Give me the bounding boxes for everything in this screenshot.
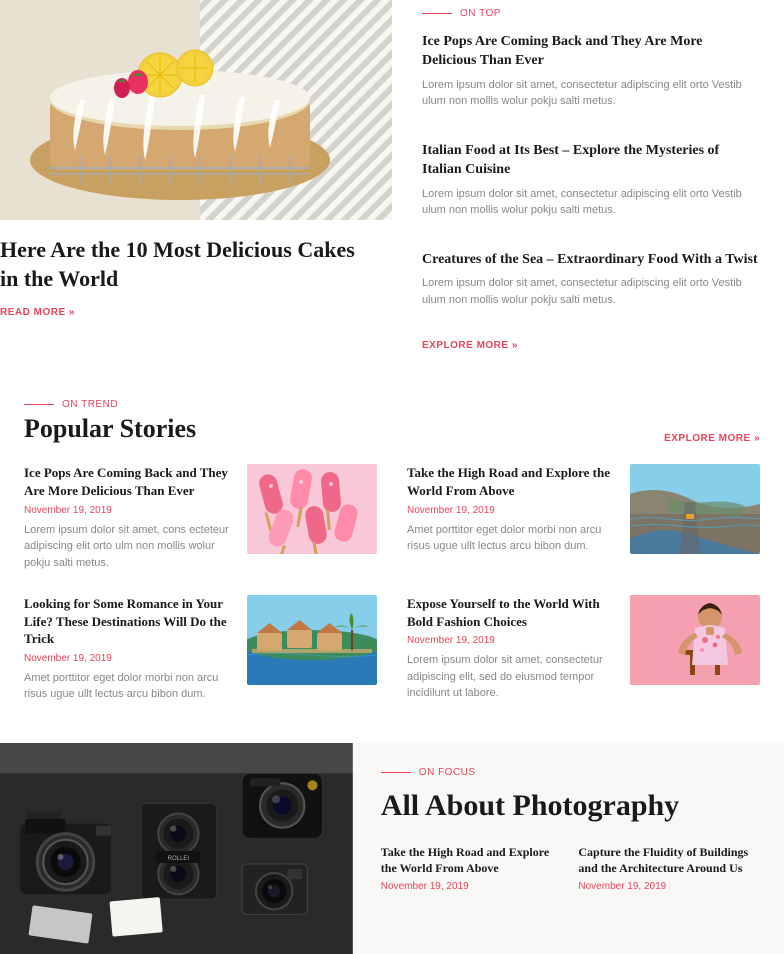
top-article-1: Ice Pops Are Coming Back and They Are Mo… [422, 33, 760, 126]
hero-content: Here Are the 10 Most Delicious Cakes in … [0, 220, 392, 327]
story-1-title[interactable]: Ice Pops Are Coming Back and They Are Mo… [24, 464, 233, 499]
popular-explore-more[interactable]: EXPLORE MORE » [664, 433, 760, 444]
photo-sub-1-date: November 19, 2019 [381, 881, 563, 892]
hero-read-more[interactable]: READ MORE » [0, 307, 75, 318]
story-item-3: Looking for Some Romance in Your Life? T… [24, 595, 377, 703]
story-3-content: Looking for Some Romance in Your Life? T… [24, 595, 233, 703]
story-2-content: Take the High Road and Explore the World… [407, 464, 616, 554]
story-1-content: Ice Pops Are Coming Back and They Are Mo… [24, 464, 233, 571]
story-3-date: November 19, 2019 [24, 653, 233, 664]
story-2-date: November 19, 2019 [407, 505, 616, 516]
popular-label-line [24, 404, 54, 405]
story-4-content: Expose Yourself to the World With Bold F… [407, 595, 616, 702]
popular-section-title: Popular Stories [24, 414, 196, 444]
on-focus-label: On Focus [381, 767, 760, 778]
top-article-2-title[interactable]: Italian Food at Its Best – Explore the M… [422, 142, 760, 180]
story-2-title[interactable]: Take the High Road and Explore the World… [407, 464, 616, 499]
on-top-explore-more[interactable]: EXPLORE MORE » [422, 340, 760, 351]
hero-title: Here Are the 10 Most Delicious Cakes in … [0, 236, 368, 293]
popular-title-group: On Trend Popular Stories [24, 399, 196, 444]
svg-text:ROLLEI: ROLLEI [168, 856, 190, 862]
hero-left: Here Are the 10 Most Delicious Cakes in … [0, 0, 392, 359]
photography-content: On Focus All About Photography Take the … [353, 743, 784, 954]
popular-label-text: On Trend [62, 399, 118, 410]
photography-title: All About Photography [381, 788, 760, 824]
photo-sub-2-date: November 19, 2019 [578, 881, 760, 892]
story-2-thumb [630, 464, 760, 554]
on-top-line [422, 13, 452, 14]
story-2-desc: Amet porttitor eget dolor morbi non arcu… [407, 522, 616, 555]
on-focus-line [381, 772, 411, 773]
story-3-desc: Amet porttitor eget dolor morbi non arcu… [24, 670, 233, 703]
story-1-thumb [247, 464, 377, 554]
story-3-thumb [247, 595, 377, 685]
popular-header: On Trend Popular Stories EXPLORE MORE » [24, 399, 760, 444]
on-focus-text: On Focus [419, 767, 476, 778]
photography-image: ROLLEI [0, 743, 353, 954]
story-4-date: November 19, 2019 [407, 635, 616, 646]
top-article-2-desc: Lorem ipsum dolor sit amet, consectetur … [422, 186, 760, 219]
top-article-1-desc: Lorem ipsum dolor sit amet, consectetur … [422, 77, 760, 110]
photo-sub-1: Take the High Road and Explore the World… [381, 844, 563, 895]
top-article-2: Italian Food at Its Best – Explore the M… [422, 142, 760, 235]
story-4-desc: Lorem ipsum dolor sit amet, consectetur … [407, 652, 616, 702]
story-item-1: Ice Pops Are Coming Back and They Are Mo… [24, 464, 377, 571]
hero-image [0, 0, 392, 220]
story-1-desc: Lorem ipsum dolor sit amet, cons ecteteu… [24, 522, 233, 572]
story-1-date: November 19, 2019 [24, 505, 233, 516]
story-item-2: Take the High Road and Explore the World… [407, 464, 760, 571]
story-3-title[interactable]: Looking for Some Romance in Your Life? T… [24, 595, 233, 648]
on-top-text: On Top [460, 8, 501, 19]
top-article-3: Creatures of the Sea – Extraordinary Foo… [422, 251, 760, 325]
story-4-title[interactable]: Expose Yourself to the World With Bold F… [407, 595, 616, 630]
story-item-4: Expose Yourself to the World With Bold F… [407, 595, 760, 703]
photography-section: ROLLEI On Focus A [0, 743, 784, 954]
popular-stories-section: On Trend Popular Stories EXPLORE MORE » … [0, 379, 784, 722]
top-article-1-title[interactable]: Ice Pops Are Coming Back and They Are Mo… [422, 33, 760, 71]
story-4-thumb [630, 595, 760, 685]
top-section: Here Are the 10 Most Delicious Cakes in … [0, 0, 784, 379]
story-grid: Ice Pops Are Coming Back and They Are Mo… [24, 464, 760, 702]
photo-sub-articles: Take the High Road and Explore the World… [381, 844, 760, 895]
on-top-panel: On Top Ice Pops Are Coming Back and They… [392, 0, 784, 359]
top-article-3-desc: Lorem ipsum dolor sit amet, consectetur … [422, 275, 760, 308]
photo-sub-2: Capture the Fluidity of Buildings and th… [578, 844, 760, 895]
popular-label: On Trend [24, 399, 196, 410]
top-article-3-title[interactable]: Creatures of the Sea – Extraordinary Foo… [422, 251, 760, 270]
on-top-label: On Top [422, 8, 760, 19]
